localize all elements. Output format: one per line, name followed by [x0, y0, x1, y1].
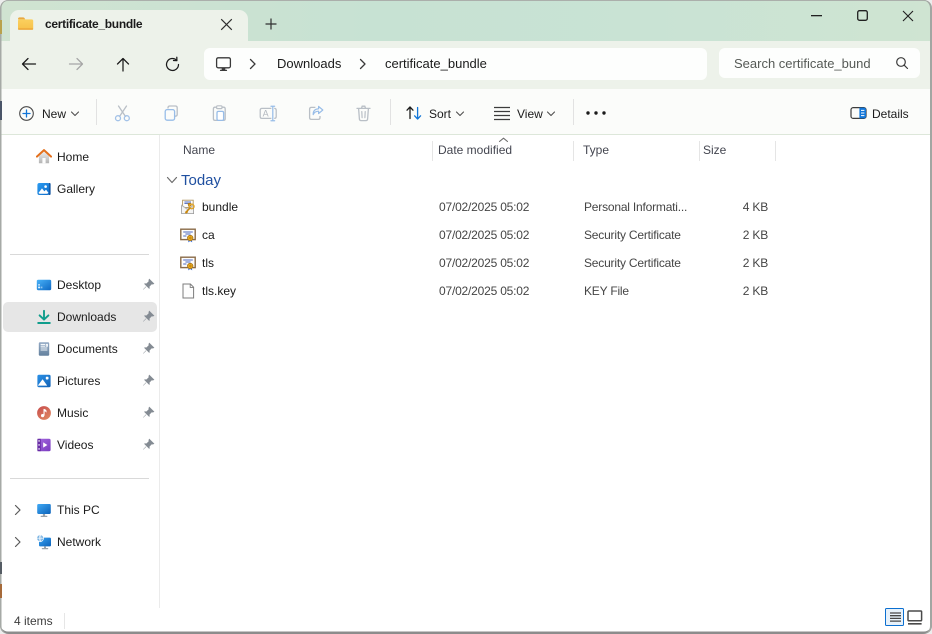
svg-text:A: A: [263, 109, 269, 119]
